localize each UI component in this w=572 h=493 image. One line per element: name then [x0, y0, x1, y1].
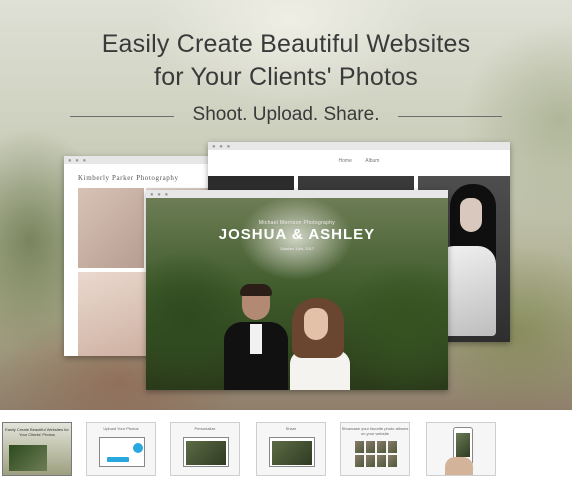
hero-banner: Easily Create Beautiful Websites for You… — [0, 0, 572, 410]
thumbnail-strip: Easily Create Beautiful Websites for You… — [0, 422, 572, 478]
thumbnail-6[interactable] — [426, 422, 496, 476]
baby-photo — [78, 188, 144, 268]
couple-names: JOSHUA & ASHLEY — [218, 226, 376, 243]
window-dots-icon: ● ● ● — [212, 144, 232, 150]
site-title: Kimberly Parker Photography — [78, 174, 179, 182]
wedding-photo: Michael Morrison Photography JOSHUA & AS… — [146, 198, 448, 390]
website-preview-wedding: ● ● ● Michael Morrison Photography JOSHU… — [146, 190, 448, 390]
headline-line-2: for Your Clients' Photos — [154, 63, 418, 91]
nav-item-home: Home — [338, 158, 352, 164]
thumbnail-caption: Upload Your Photos — [103, 426, 139, 431]
hand-icon — [445, 457, 473, 475]
thumbnail-1[interactable]: Easily Create Beautiful Websites for You… — [2, 422, 72, 476]
thumbnail-caption: Easily Create Beautiful Websites for You… — [5, 427, 69, 437]
nav-item-album: Album — [365, 158, 380, 164]
thumbnail-caption: Share — [285, 426, 297, 431]
browser-bar: ● ● ● — [64, 156, 214, 164]
thumbnail-3[interactable]: Personalize — [170, 422, 240, 476]
tagline: Shoot. Upload. Share. — [0, 104, 572, 126]
browser-bar: ● ● ● — [146, 190, 448, 198]
upload-icon — [133, 443, 143, 453]
model-figure — [460, 198, 482, 232]
headline: Easily Create Beautiful Websites for You… — [0, 28, 572, 94]
upload-button-icon — [107, 457, 129, 462]
event-date: October 14th, 2017 — [279, 246, 315, 251]
groom-figure — [224, 284, 288, 390]
thumbnail-5[interactable]: Showcase your favorite photo albums on y… — [340, 422, 410, 476]
browser-bar: ● ● ● — [208, 142, 510, 150]
thumbnail-4[interactable]: Share — [256, 422, 326, 476]
thumbnail-caption: Personalize — [194, 426, 216, 431]
tagline-text: Shoot. Upload. Share. — [192, 104, 380, 125]
thumbnail-image — [183, 437, 229, 467]
thumbnail-caption: Showcase your favorite photo albums on y… — [341, 426, 409, 436]
headline-line-1: Easily Create Beautiful Websites — [101, 30, 471, 58]
window-dots-icon: ● ● ● — [68, 158, 88, 164]
thumbnail-image — [355, 441, 397, 467]
tagline-row: Shoot. Upload. Share. — [0, 104, 572, 128]
bride-figure — [286, 298, 352, 390]
site-nav: Home Album — [208, 150, 510, 172]
thumbnail-2[interactable]: Upload Your Photos — [86, 422, 156, 476]
thumbnail-image — [269, 437, 315, 467]
thumbnail-image — [9, 445, 47, 471]
